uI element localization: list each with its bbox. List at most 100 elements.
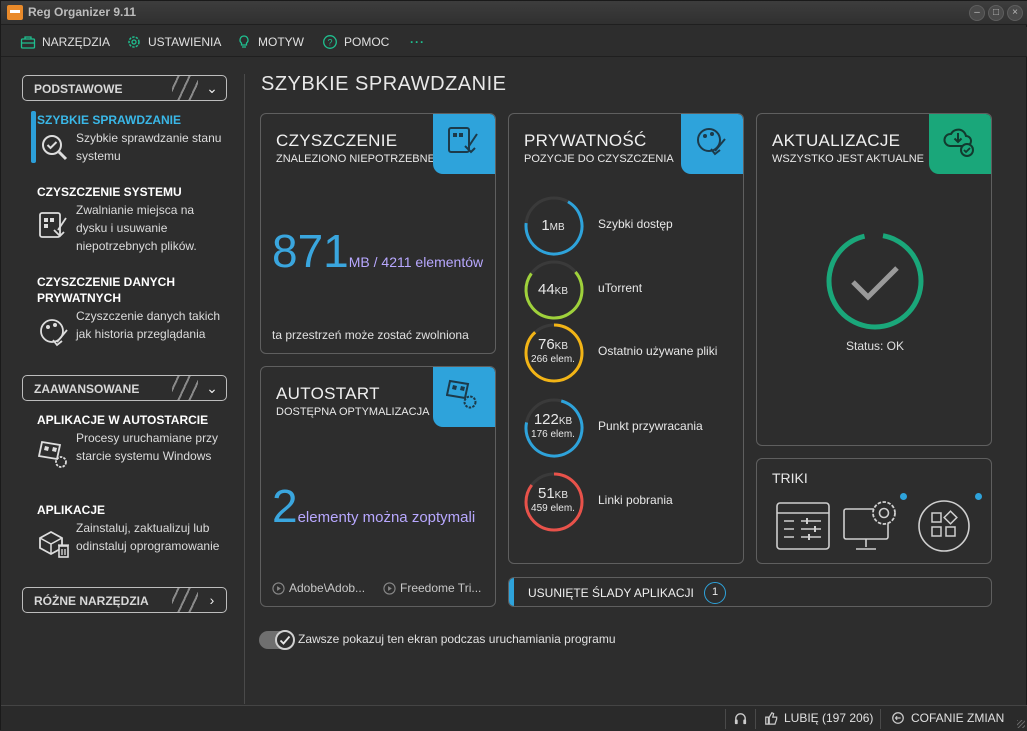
close-button[interactable]: × — [1007, 5, 1023, 21]
autostart-app-label: Adobe\Adob... — [289, 581, 366, 595]
sidebar-item-private-data-cleanup[interactable]: CZYSZCZENIE DANYCH PRYWATNYCH Czyszczeni… — [37, 274, 227, 347]
play-circle-icon — [383, 581, 396, 595]
section-basic-button[interactable]: PODSTAWOWE ⌄ — [22, 75, 227, 101]
thumbs-up-icon — [765, 711, 778, 725]
menu-theme[interactable]: MOTYW — [236, 33, 304, 51]
privacy-extra: 459 elem. — [531, 503, 575, 514]
sidebar-item-desc: Szybkie sprawdzanie stanu systemu — [76, 131, 222, 163]
sidebar-item-applications[interactable]: APLIKACJE Zainstaluj, zaktualizuj lub od… — [37, 502, 227, 558]
autostart-value-row: 2elementy można zoptymali — [272, 479, 475, 533]
menu-theme-label: MOTYW — [258, 35, 304, 49]
autostart-app-2[interactable]: Freedome Tri... — [383, 581, 481, 595]
autostart-app-label: Freedome Tri... — [400, 581, 482, 595]
new-dot-indicator — [975, 493, 982, 500]
startup-screen-toggle[interactable] — [259, 630, 295, 650]
menu-help[interactable]: ? POMOC — [322, 33, 389, 51]
window-title: Reg Organizer 9.11 — [28, 5, 137, 19]
stripes-decoration — [172, 588, 198, 612]
sidebar-divider — [244, 74, 245, 704]
sidebar-item-desc: Procesy uruchamiane przy starcie systemu… — [76, 431, 219, 463]
updates-status: Status: OK — [845, 339, 905, 353]
startup-flag-icon — [38, 440, 67, 468]
sidebar-item-system-cleanup[interactable]: CZYSZCZENIE SYSTEMU Zwalnianie miejsca n… — [37, 184, 227, 255]
section-advanced-label: ZAAWANSOWANE — [34, 382, 140, 396]
undo-label: COFANIE ZMIAN — [911, 711, 1005, 725]
privacy-item-name: Linki pobrania — [598, 493, 673, 507]
autostart-title: AUTOSTART — [276, 384, 380, 403]
disk-broom-icon — [448, 127, 478, 154]
toggle-label: Zawsze pokazuj ten ekran podczas urucham… — [298, 632, 616, 646]
autostart-app-1[interactable]: Adobe\Adob... — [272, 581, 365, 595]
privacy-card[interactable]: PRYWATNOŚĆ POZYCJE DO CZYSZCZENIA 1MB Sz… — [508, 113, 744, 564]
sidebar-item-title: APLIKACJE W AUTOSTARCIE — [37, 413, 209, 427]
toggle-knob — [275, 630, 295, 650]
maximize-button[interactable]: □ — [988, 5, 1004, 21]
apps-grid-icon[interactable] — [917, 499, 971, 553]
menu-tools[interactable]: NARZĘDZIA — [20, 33, 110, 51]
app-window: Reg Organizer 9.11 – □ × NARZĘDZIA USTAW… — [0, 0, 1027, 731]
privacy-item-restore-point[interactable]: 122KB 176 elem. Punkt przywracania — [523, 397, 743, 461]
privacy-value: 44KB — [537, 281, 569, 298]
cleanup-unit: MB / 4211 elementów — [348, 254, 484, 270]
privacy-item-quick-access[interactable]: 1MB Szybki dostęp — [523, 195, 743, 259]
sidebar-item-quick-check[interactable]: SZYBKIE SPRAWDZANIE Szybkie sprawdzanie … — [37, 112, 227, 165]
page-title: SZYBKIE SPRAWDZANIE — [261, 73, 507, 95]
menu-help-label: POMOC — [344, 35, 390, 49]
privacy-extra: 266 elem. — [531, 354, 575, 365]
updates-card[interactable]: AKTUALIZACJE WSZYSTKO JEST AKTUALNE Stat… — [756, 113, 992, 446]
section-misc-tools-button[interactable]: RÓŻNE NARZĘDZIA › — [22, 587, 227, 613]
updates-corner — [929, 114, 991, 174]
privacy-item-recent-files[interactable]: 76KB 266 elem. Ostatnio używane pliki — [523, 322, 743, 386]
status-separator — [880, 709, 881, 729]
privacy-value: 76KB — [537, 336, 569, 353]
chevron-down-icon: ⌄ — [206, 380, 218, 396]
undo-changes-button[interactable]: COFANIE ZMIAN — [891, 711, 1004, 725]
sidebar-item-title: SZYBKIE SPRAWDZANIE — [37, 113, 182, 127]
removed-traces-bar[interactable]: USUNIĘTE ŚLADY APLIKACJI 1 — [508, 577, 992, 607]
toolbox-icon — [20, 36, 36, 49]
resize-grip[interactable] — [1017, 720, 1025, 728]
autostart-value: 2 — [272, 480, 298, 532]
cleanup-value-row: 871MB / 4211 elementów — [272, 224, 483, 278]
cleanup-card[interactable]: CZYSZCZENIE ZNALEZIONO NIEPOTRZEBNE PLIK… — [260, 113, 496, 354]
active-indicator — [31, 111, 36, 163]
cleanup-title: CZYSZCZENIE — [276, 131, 398, 150]
traces-label: USUNIĘTE ŚLADY APLIKACJI — [528, 586, 694, 600]
updates-title: AKTUALIZACJE — [772, 131, 901, 150]
tricks-title: TRIKI — [772, 470, 808, 486]
stripes-decoration — [172, 76, 198, 100]
headset-icon[interactable] — [733, 711, 748, 726]
privacy-subtitle: POZYCJE DO CZYSZCZENIA — [524, 153, 674, 165]
lightbulb-icon — [239, 35, 249, 48]
checkmark-icon — [279, 635, 291, 645]
progress-ring — [524, 398, 584, 458]
menu-settings[interactable]: USTAWIENIA — [126, 33, 221, 51]
privacy-item-utorrent[interactable]: 44KB uTorrent — [523, 259, 743, 323]
menu-tools-label: NARZĘDZIA — [42, 35, 111, 49]
privacy-item-download-links[interactable]: 51KB 459 elem. Linki pobrania — [523, 471, 743, 535]
section-basic-label: PODSTAWOWE — [34, 82, 123, 96]
autostart-card[interactable]: AUTOSTART DOSTĘPNA OPTYMALIZACJA 2elemen… — [260, 366, 496, 607]
privacy-value: 1MB — [541, 217, 565, 234]
monitor-gear-icon[interactable] — [842, 499, 904, 555]
play-circle-icon — [272, 581, 285, 595]
sidebar-item-autostart-apps[interactable]: APLIKACJE W AUTOSTARCIE Procesy uruchami… — [37, 412, 227, 468]
minimize-button[interactable]: – — [969, 5, 985, 21]
traces-count-badge: 1 — [704, 582, 726, 604]
autostart-subtitle: DOSTĘPNA OPTYMALIZACJA — [276, 406, 430, 418]
progress-ring — [524, 472, 584, 532]
settings-panel-icon[interactable] — [775, 501, 831, 551]
chevron-down-icon: ⌄ — [206, 80, 218, 96]
privacy-title: PRYWATNOŚĆ — [524, 131, 647, 150]
sidebar-item-desc: Zwalnianie miejsca na dysku i usuwanie n… — [76, 203, 197, 253]
gear-icon — [128, 36, 140, 48]
privacy-broom-icon — [40, 319, 68, 347]
sidebar-item-title: APLIKACJE — [37, 503, 106, 517]
privacy-value: 51KB — [537, 485, 569, 502]
like-button[interactable]: LUBIĘ (197 206) — [764, 711, 873, 725]
privacy-item-name: uTorrent — [598, 281, 643, 295]
menu-more-button[interactable]: ··· — [410, 33, 425, 51]
privacy-extra: 176 elem. — [531, 429, 575, 440]
box-trash-icon — [39, 530, 69, 558]
section-advanced-button[interactable]: ZAAWANSOWANE ⌄ — [22, 375, 227, 401]
